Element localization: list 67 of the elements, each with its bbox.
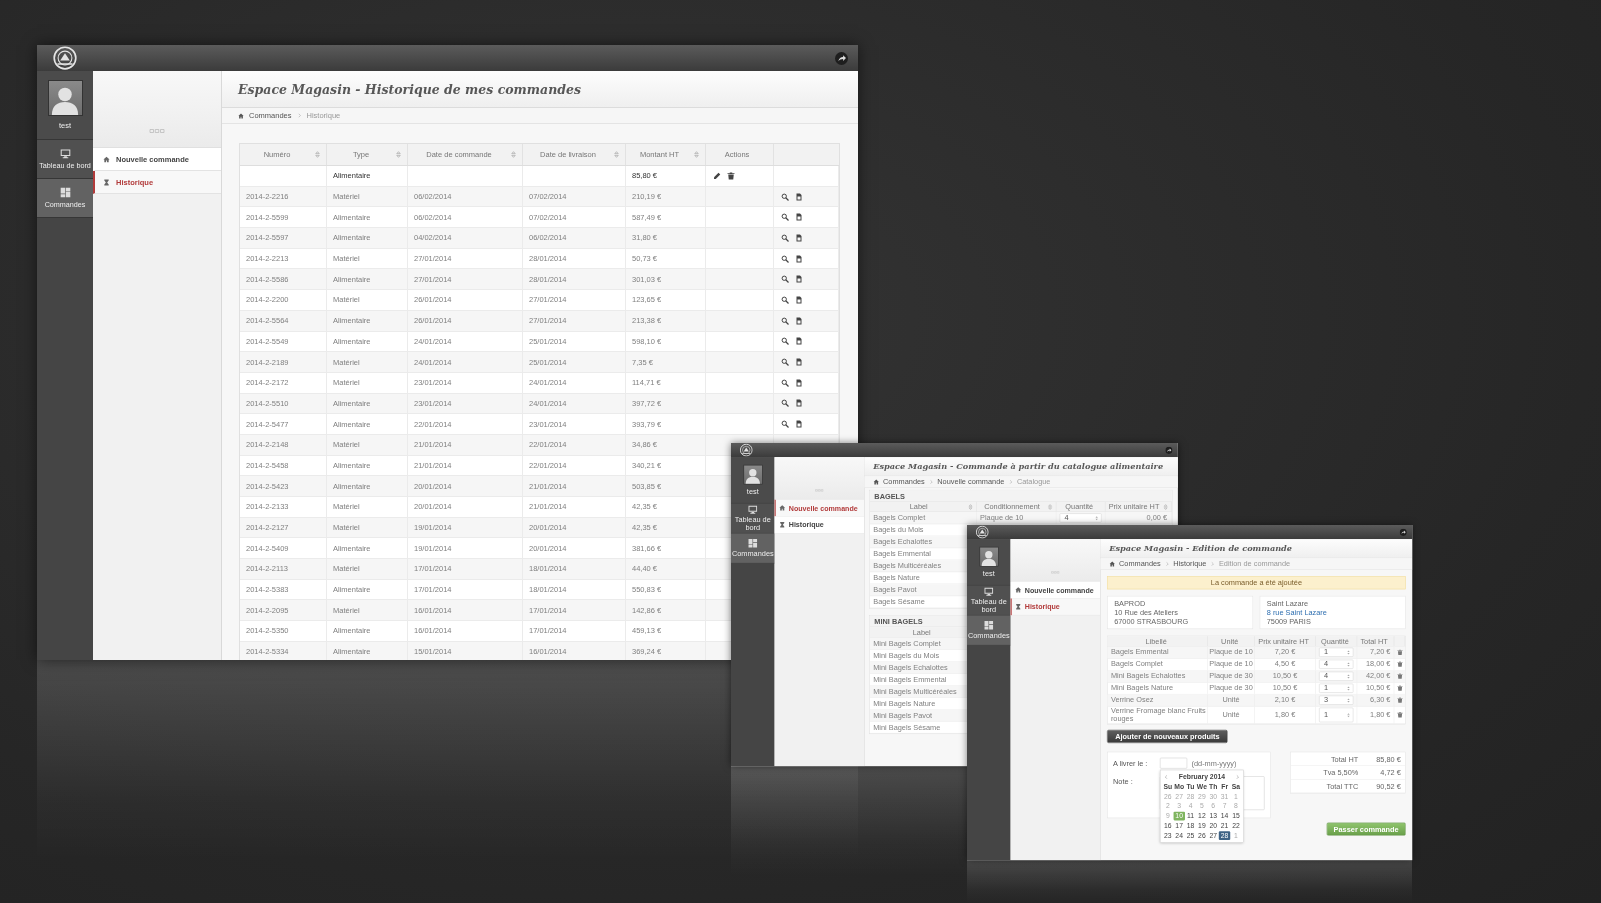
search-icon[interactable]: [781, 420, 789, 429]
trash-icon[interactable]: [1396, 711, 1403, 718]
document-icon[interactable]: [795, 378, 803, 387]
home-icon: [778, 504, 786, 512]
sort-icon: [314, 151, 321, 158]
share-icon[interactable]: [835, 51, 848, 65]
stepper-icon: [1345, 712, 1352, 718]
document-icon[interactable]: [795, 275, 803, 284]
document-icon[interactable]: [795, 233, 803, 242]
stepper-icon: [1345, 673, 1352, 679]
document-icon[interactable]: [795, 213, 803, 222]
search-icon[interactable]: [781, 275, 789, 284]
home-icon: [1109, 560, 1116, 567]
monitor-icon: [983, 586, 994, 597]
trash-icon[interactable]: [727, 171, 735, 180]
document-icon[interactable]: [795, 254, 803, 263]
search-icon[interactable]: [781, 358, 789, 367]
search-icon[interactable]: [781, 378, 789, 387]
document-icon[interactable]: [795, 192, 803, 201]
sort-icon: [693, 151, 700, 158]
stepper-icon: [1345, 685, 1352, 691]
monitor-icon: [59, 148, 71, 160]
monitor-icon: [747, 504, 758, 515]
page-title: Espace Magasin - Historique de mes commandes: [238, 81, 581, 97]
trash-icon[interactable]: [1396, 649, 1403, 656]
page-title: Espace Magasin - Commande à partir du catalogue alimentaire: [873, 461, 1164, 472]
home-icon: [1014, 586, 1022, 594]
date-field[interactable]: [1159, 757, 1188, 769]
stepper-icon: [1345, 697, 1352, 703]
trash-icon[interactable]: [1396, 697, 1403, 704]
trash-icon[interactable]: [1396, 673, 1403, 680]
search-icon[interactable]: [781, 254, 789, 263]
stepper-icon: [1345, 649, 1352, 655]
pencil-icon[interactable]: [713, 171, 721, 180]
search-icon[interactable]: [781, 213, 789, 222]
hourglass-icon: [103, 178, 110, 186]
document-icon[interactable]: [795, 358, 803, 367]
document-icon[interactable]: [795, 316, 803, 325]
hourglass-icon: [1014, 603, 1022, 610]
search-icon[interactable]: [781, 233, 789, 242]
trash-icon[interactable]: [1396, 661, 1403, 668]
sort-icon: [613, 151, 620, 158]
tiles-icon: [747, 538, 758, 549]
home-icon: [103, 155, 110, 163]
sort-icon: [395, 151, 402, 158]
document-icon[interactable]: [795, 295, 803, 304]
search-icon[interactable]: [781, 295, 789, 304]
hourglass-icon: [778, 521, 786, 528]
emblem-icon: [53, 46, 77, 70]
stepper-icon: [1345, 661, 1352, 667]
home-icon: [238, 112, 244, 119]
stepper-icon: [1093, 515, 1100, 521]
share-icon[interactable]: [1165, 446, 1173, 454]
search-icon[interactable]: [781, 192, 789, 201]
search-icon[interactable]: [781, 399, 789, 408]
sort-icon: [510, 151, 517, 158]
search-icon[interactable]: [781, 337, 789, 346]
document-icon[interactable]: [795, 337, 803, 346]
chevron-right-icon: [296, 113, 302, 118]
page-title: Espace Magasin - Edition de commande: [1109, 543, 1293, 554]
share-icon[interactable]: [1399, 528, 1407, 536]
document-icon[interactable]: [795, 399, 803, 408]
trash-icon[interactable]: [1396, 685, 1403, 692]
tiles-icon: [59, 187, 71, 199]
document-icon[interactable]: [795, 420, 803, 429]
tiles-icon: [983, 620, 994, 631]
search-icon[interactable]: [781, 316, 789, 325]
